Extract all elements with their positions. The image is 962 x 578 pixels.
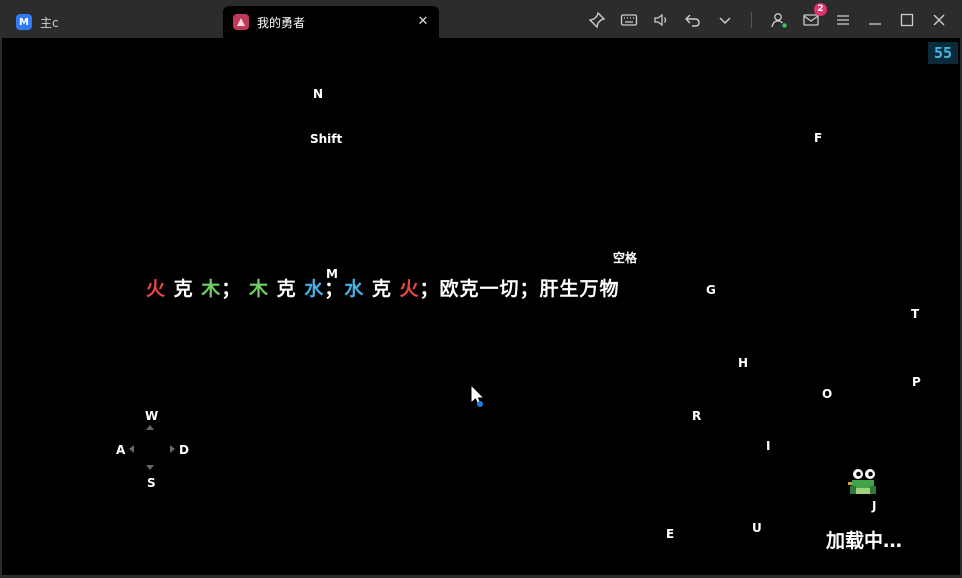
arrow-up-icon (146, 425, 154, 430)
tab-close-icon[interactable]: ✕ (415, 13, 431, 29)
tab-main[interactable]: M 主c (8, 6, 218, 38)
title-bar: M 主c 我的勇者 ✕ 2 (0, 0, 962, 39)
key-hint-d: D (179, 443, 189, 457)
key-hint-w: W (145, 409, 159, 423)
tab-label: 我的勇者 (257, 15, 306, 30)
slogan-text: ； (221, 278, 242, 300)
menu-icon[interactable] (831, 8, 855, 32)
frog-sprite-icon (848, 469, 876, 494)
slogan-fire: 火 (146, 278, 167, 300)
key-hint-shift: Shift (310, 132, 343, 146)
key-hint-s: S (147, 476, 156, 490)
key-hint-t: T (911, 307, 920, 321)
slogan-water: 水 (304, 278, 325, 300)
arrow-down-icon (146, 465, 154, 470)
key-hint-j: J (872, 499, 877, 513)
user-icon[interactable] (767, 8, 791, 32)
undo-icon[interactable] (681, 8, 705, 32)
slogan-fire: 火 (399, 278, 420, 300)
fps-counter: 55 (928, 42, 958, 64)
close-icon[interactable] (927, 8, 951, 32)
game-canvas[interactable]: 55 N Shift F 空格 M G T H P O R W A D S I … (2, 38, 960, 575)
slogan-text: 克 (371, 278, 392, 300)
arrow-right-icon (170, 445, 175, 453)
game-icon (233, 14, 249, 30)
mouse-cursor-icon (470, 384, 486, 408)
slogan-text: ； (324, 278, 345, 300)
keyboard-icon[interactable] (617, 8, 641, 32)
loading-text: 加载中… (826, 530, 903, 552)
key-hint-h: H (738, 356, 749, 370)
key-hint-n: N (313, 87, 324, 101)
slogan-wood: 木 (248, 278, 269, 300)
key-hint-a: A (116, 443, 126, 457)
chevron-down-icon[interactable] (713, 8, 737, 32)
slogan-text: ；欧克一切；肝生万物 (419, 278, 620, 300)
key-hint-p: P (912, 375, 921, 389)
slogan-water: 水 (344, 278, 365, 300)
key-hint-g: G (706, 283, 716, 297)
key-hint-i: I (766, 439, 771, 453)
maximize-icon[interactable] (895, 8, 919, 32)
mail-badge: 2 (814, 3, 827, 16)
tab-game[interactable]: 我的勇者 ✕ (223, 6, 439, 38)
toolbar-divider (751, 12, 752, 28)
arrow-left-icon (129, 445, 134, 453)
key-hint-o: O (822, 387, 833, 401)
key-hint-f: F (814, 131, 823, 145)
app-logo-icon: M (16, 14, 32, 30)
slogan-text: 克 (276, 278, 297, 300)
elements-slogan: 火 克 木； 木 克 水；水 克 火；欧克一切；肝生万物 (146, 274, 620, 301)
key-hint-e: E (666, 527, 675, 541)
minimize-icon[interactable] (863, 8, 887, 32)
key-hint-space: 空格 (613, 251, 638, 265)
slogan-wood: 木 (201, 278, 222, 300)
tab-label: 主c (40, 15, 59, 30)
pin-icon[interactable] (585, 8, 609, 32)
volume-icon[interactable] (649, 8, 673, 32)
key-hint-r: R (692, 409, 702, 423)
slogan-text: 克 (173, 278, 194, 300)
key-hint-u: U (752, 521, 762, 535)
